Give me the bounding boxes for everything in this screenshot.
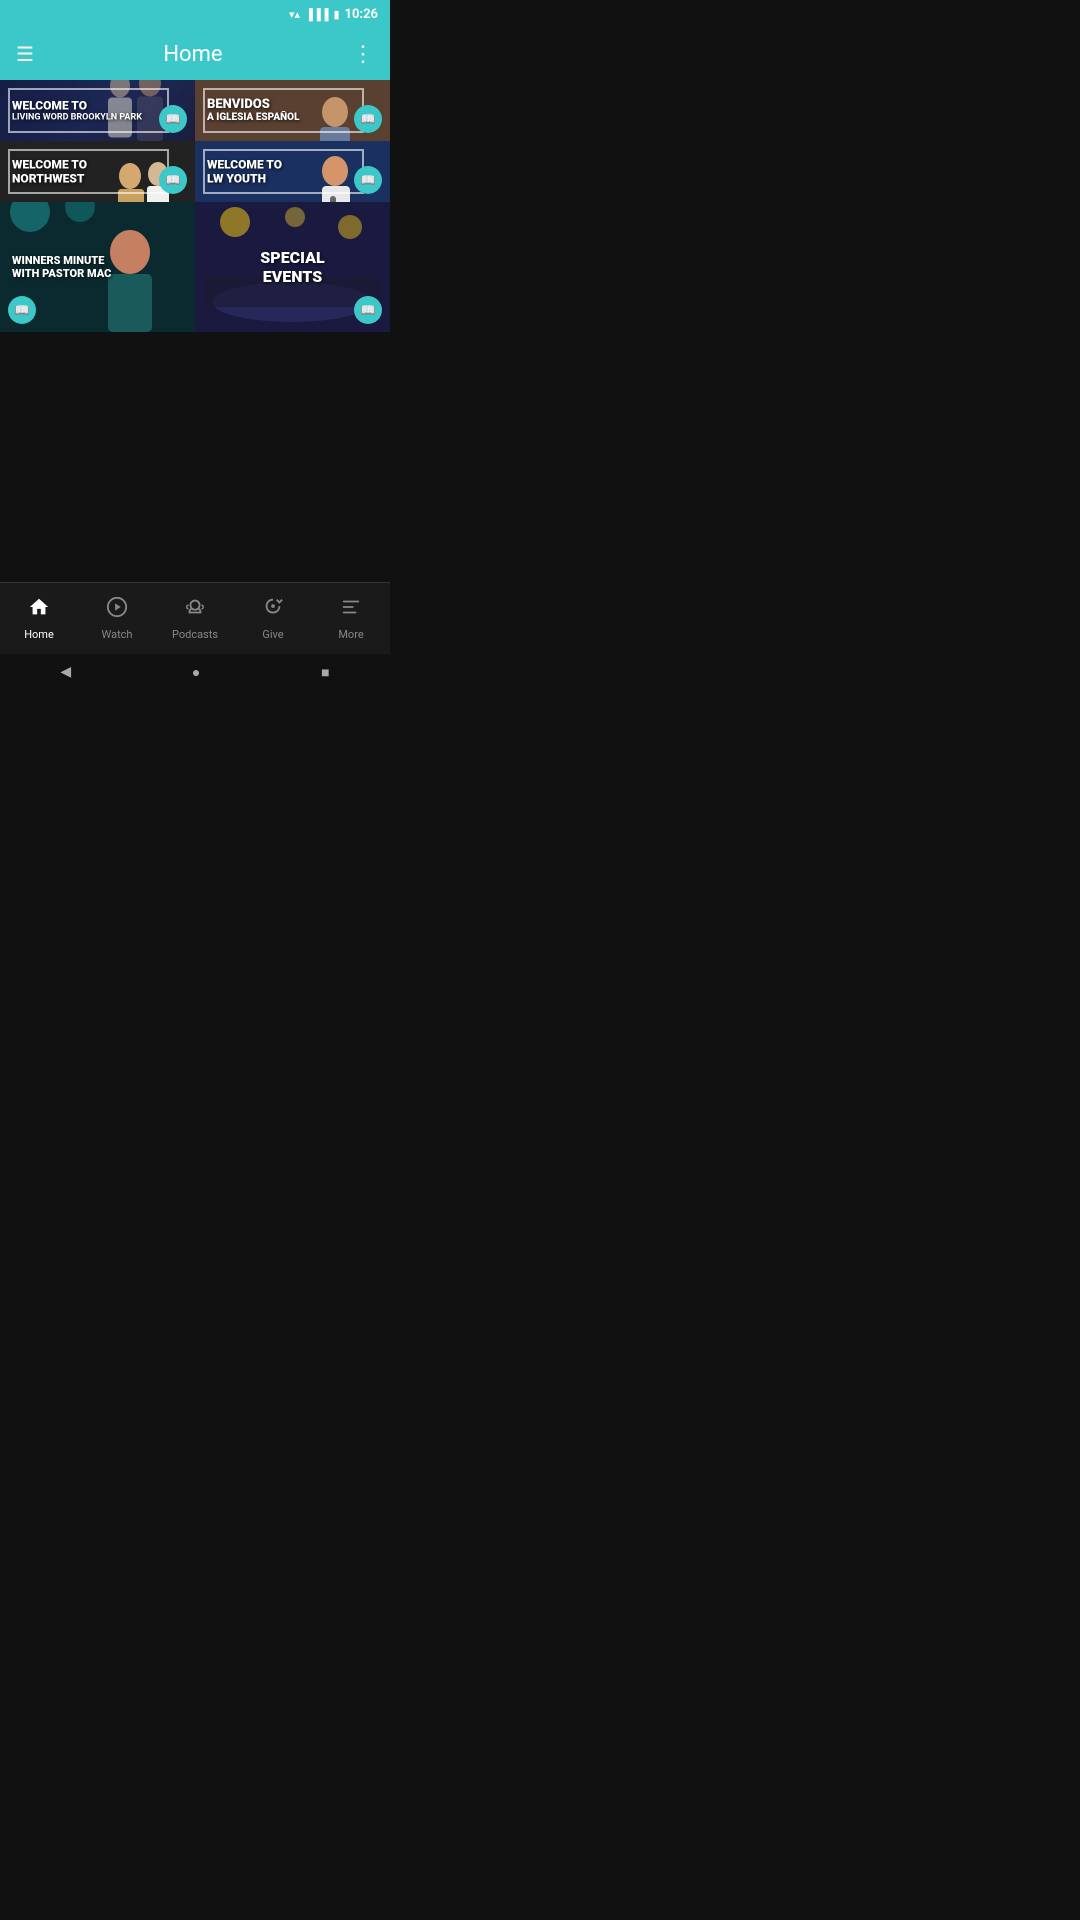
nav-give-label: Give (262, 628, 283, 641)
card-thumb-iglesia: BENVIDOS A IGLESIA ESPAÑOL 📖 (195, 80, 390, 141)
nav-watch[interactable]: Watch (78, 596, 156, 641)
book-icon-northwest: 📖 (159, 166, 187, 194)
signal-icon: ▐▐▐ (305, 8, 328, 21)
status-time: 10:26 (345, 7, 379, 22)
status-bar: ▾▴ ▐▐▐ ▮ 10:26 (0, 0, 390, 28)
more-options-button[interactable]: ⋮ (352, 42, 374, 67)
card-overlay-text-northwest: WELCOME TO NORTHWEST (12, 157, 87, 186)
book-icon-special: 📖 (354, 296, 382, 324)
menu-button[interactable]: ☰ (16, 44, 34, 64)
card-overlay-text-youth: WELCOME TO LW YOUTH (207, 157, 282, 186)
home-icon (28, 596, 50, 624)
status-icons: ▾▴ ▐▐▐ ▮ 10:26 (289, 7, 378, 22)
nav-podcasts-label: Podcasts (172, 628, 218, 641)
card-special[interactable]: SPECIAL EVENTS 📖 (195, 202, 390, 332)
nav-more-label: More (338, 628, 363, 641)
give-icon (262, 596, 284, 624)
nav-watch-label: Watch (102, 628, 133, 641)
card-thumb-special: SPECIAL EVENTS 📖 (195, 202, 390, 332)
card-northwest[interactable]: WELCOME TO NORTHWEST 📖 Northwest Rogers … (0, 141, 195, 202)
card-overlay-text-special: SPECIAL EVENTS (205, 248, 381, 286)
card-overlay-text-iglesia: BENVIDOS A IGLESIA ESPAÑOL (207, 97, 300, 125)
card-thumb-brooklyn: WELCOME TO LIVING WORD BROOKYLN PARK 📖 (0, 80, 195, 141)
back-button[interactable]: ◀ (60, 664, 71, 680)
card-overlay-text: WELCOME TO LIVING WORD BROOKYLN PARK (12, 98, 142, 123)
nav-podcasts[interactable]: Podcasts (156, 596, 234, 641)
nav-home-label: Home (24, 628, 54, 641)
cards-grid: WELCOME TO LIVING WORD BROOKYLN PARK 📖 B… (0, 80, 390, 332)
book-icon-winners: 📖 (8, 296, 36, 324)
card-winners[interactable]: WINNERS MINUTE WITH PASTOR MAC 📖 (0, 202, 195, 332)
nav-more[interactable]: More (312, 596, 390, 641)
battery-icon: ▮ (333, 8, 339, 21)
more-icon (340, 596, 362, 624)
home-button[interactable]: ● (192, 664, 200, 681)
wifi-icon: ▾▴ (289, 8, 300, 21)
card-brooklyn-park[interactable]: WELCOME TO LIVING WORD BROOKYLN PARK 📖 B… (0, 80, 195, 141)
system-nav-bar: ◀ ● ■ (0, 654, 390, 690)
bottom-navigation: Home Watch Podcasts (0, 582, 390, 654)
podcasts-icon (184, 596, 206, 624)
nav-give[interactable]: Give (234, 596, 312, 641)
card-thumb-youth: WELCOME TO LW YOUTH 📖 (195, 141, 390, 202)
card-overlay-text-winners: WINNERS MINUTE WITH PASTOR MAC (12, 254, 111, 280)
app-header: ☰ Home ⋮ (0, 28, 390, 80)
card-youth[interactable]: WELCOME TO LW YOUTH 📖 Youth Main Campus (195, 141, 390, 202)
page-title: Home (34, 42, 352, 67)
recents-button[interactable]: ■ (321, 664, 329, 681)
watch-icon (106, 596, 128, 624)
book-icon: 📖 (159, 105, 187, 133)
nav-home[interactable]: Home (0, 596, 78, 641)
card-thumb-northwest: WELCOME TO NORTHWEST 📖 (0, 141, 195, 202)
card-iglesia[interactable]: BENVIDOS A IGLESIA ESPAÑOL 📖 Iglesia Esp… (195, 80, 390, 141)
book-icon-youth: 📖 (354, 166, 382, 194)
book-icon-iglesia: 📖 (354, 105, 382, 133)
card-thumb-winners: WINNERS MINUTE WITH PASTOR MAC 📖 (0, 202, 195, 332)
content-area: WELCOME TO LIVING WORD BROOKYLN PARK 📖 B… (0, 80, 390, 582)
